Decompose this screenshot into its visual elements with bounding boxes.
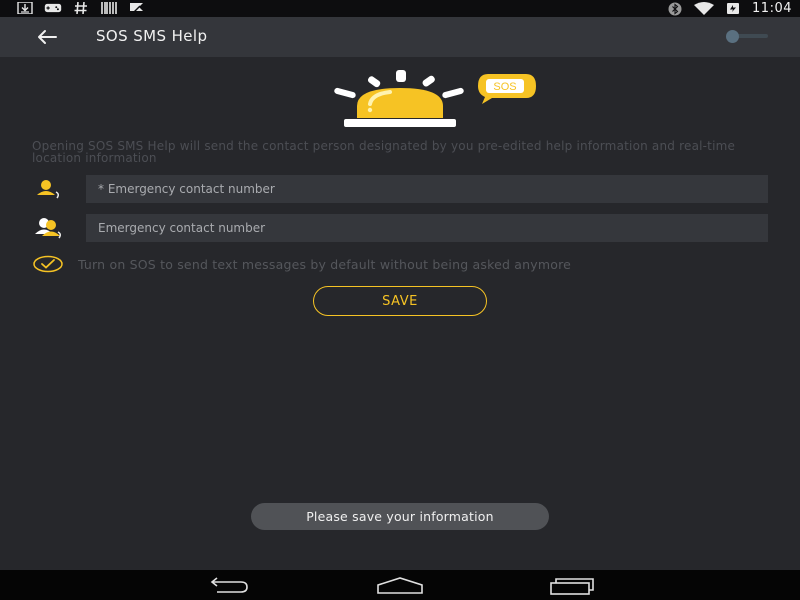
home-nav-icon xyxy=(377,577,423,594)
app-bar: SOS SMS Help xyxy=(0,17,800,57)
description-text: Opening SOS SMS Help will send the conta… xyxy=(32,139,736,165)
primary-contact-row xyxy=(32,175,768,203)
toast-message: Please save your information xyxy=(251,503,549,530)
download-icon xyxy=(17,2,33,14)
wifi-icon xyxy=(694,2,715,15)
auto-send-label: Turn on SOS to send text messages by def… xyxy=(78,257,572,272)
page-title: SOS SMS Help xyxy=(96,27,208,45)
recents-nav-icon xyxy=(550,578,594,595)
alarm-light-icon: SOS xyxy=(334,70,536,127)
nav-recents-button[interactable] xyxy=(547,575,597,595)
back-button[interactable] xyxy=(32,25,64,49)
hash-icon xyxy=(74,2,87,14)
arrow-left-icon xyxy=(38,30,57,44)
save-button[interactable]: SAVE xyxy=(313,286,487,316)
nav-back-button[interactable] xyxy=(203,575,253,595)
contact-person-icon xyxy=(37,180,60,199)
gamepad-icon xyxy=(44,3,62,13)
secondary-contact-field[interactable] xyxy=(86,214,768,242)
barcode-icon xyxy=(101,2,117,14)
secondary-contact-row xyxy=(32,214,768,242)
primary-contact-field[interactable] xyxy=(86,175,768,203)
sos-alarm-illustration: SOS xyxy=(330,66,540,130)
toggle-knob xyxy=(726,30,739,43)
battery-icon xyxy=(727,3,740,14)
bluetooth-icon xyxy=(668,2,682,15)
flag-icon xyxy=(130,3,143,14)
system-icons: 11:04 xyxy=(668,1,792,16)
back-nav-icon xyxy=(210,577,248,593)
nav-home-button[interactable] xyxy=(375,575,425,595)
notification-icons xyxy=(16,2,146,14)
contacts-group-icon xyxy=(35,218,62,239)
sos-toggle[interactable] xyxy=(724,29,768,43)
navigation-bar xyxy=(0,570,800,600)
clock: 11:04 xyxy=(752,1,792,16)
sos-badge-text: SOS xyxy=(493,81,516,93)
auto-send-checkbox[interactable]: Turn on SOS to send text messages by def… xyxy=(32,255,772,273)
checkmark-icon xyxy=(33,255,63,273)
status-bar: 11:04 xyxy=(0,0,800,17)
